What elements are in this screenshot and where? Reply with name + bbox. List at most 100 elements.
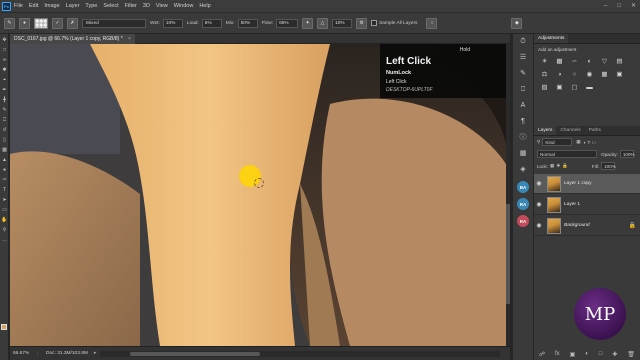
filter-adjust-icon[interactable]: ◑ bbox=[583, 140, 586, 145]
quick-select-tool-icon[interactable]: ✱ bbox=[1, 66, 8, 73]
type-tool-icon[interactable]: T bbox=[1, 186, 8, 193]
lock-position-icon[interactable]: ✥ bbox=[556, 163, 560, 169]
menu-select[interactable]: Select bbox=[103, 0, 118, 12]
settings-gear-icon[interactable]: ⚙ bbox=[356, 17, 368, 29]
threshold-icon[interactable]: ▣ bbox=[554, 83, 565, 92]
rectangle-tool-icon[interactable]: ▭ bbox=[1, 206, 8, 213]
hue-saturation-icon[interactable]: ▤ bbox=[614, 57, 625, 66]
opacity-input[interactable]: 100% bbox=[619, 150, 635, 158]
zoom-tool-icon[interactable]: ⚲ bbox=[1, 226, 8, 233]
color-lookup-icon[interactable]: ▦ bbox=[599, 70, 610, 79]
blur-tool-icon[interactable]: ▲ bbox=[1, 156, 8, 163]
layer-row-background[interactable]: ◉ Background 🔒 bbox=[534, 216, 640, 236]
visibility-eye-icon[interactable]: ◉ bbox=[534, 222, 544, 229]
document-tab[interactable]: DSC_0167.jpg @ 66.7% (Layer 1 copy, RGB/… bbox=[10, 34, 135, 44]
mix-input[interactable]: 50% bbox=[237, 18, 258, 28]
healing-tool-icon[interactable]: ╋ bbox=[1, 96, 8, 103]
menu-view[interactable]: View bbox=[156, 0, 168, 12]
symmetry-icon[interactable]: ◆ bbox=[511, 17, 523, 29]
menu-type[interactable]: Type bbox=[85, 0, 97, 12]
link-layers-icon[interactable]: ☍ bbox=[539, 351, 545, 358]
brush-panel-icon[interactable]: ✎ bbox=[517, 69, 529, 79]
paragraph-panel-icon[interactable]: ¶ bbox=[517, 117, 529, 127]
lasso-tool-icon[interactable]: ∞ bbox=[1, 56, 8, 63]
clone-source-icon[interactable]: ⎕ bbox=[517, 85, 529, 95]
channel-mixer-icon[interactable]: ◉ bbox=[584, 70, 595, 79]
sample-all-layers-checkbox[interactable] bbox=[371, 20, 378, 26]
user-badge-ra-2[interactable]: RA bbox=[517, 215, 529, 227]
delete-layer-icon[interactable]: 🗑 bbox=[627, 351, 635, 358]
close-tab-icon[interactable]: × bbox=[128, 36, 131, 42]
exposure-icon[interactable]: ◐ bbox=[584, 57, 595, 66]
info-panel-icon[interactable]: ⓘ bbox=[517, 133, 529, 143]
menu-file[interactable]: File bbox=[14, 0, 23, 12]
new-layer-icon[interactable]: ✚ bbox=[612, 351, 617, 358]
brightness-contrast-icon[interactable]: ☀ bbox=[539, 57, 550, 66]
layer-style-icon[interactable]: fx bbox=[555, 351, 560, 358]
horizontal-scroll-thumb[interactable] bbox=[130, 352, 260, 356]
current-brush-load-swatch[interactable] bbox=[34, 17, 48, 29]
photo-filter-icon[interactable]: ○ bbox=[569, 70, 580, 79]
color-balance-icon[interactable]: ⚖ bbox=[539, 70, 550, 79]
minimize-icon[interactable]: – bbox=[604, 0, 607, 12]
pen-tool-icon[interactable]: ✑ bbox=[1, 176, 8, 183]
filter-pixel-icon[interactable]: ▦ bbox=[576, 139, 580, 145]
user-badge-ra-1[interactable]: RA bbox=[517, 198, 529, 210]
layer-row-layer-1-copy[interactable]: ◉ Layer 1 copy bbox=[534, 174, 640, 194]
tab-paths[interactable]: Paths bbox=[585, 126, 605, 135]
airbrush-icon[interactable]: ✦ bbox=[302, 17, 314, 29]
black-white-icon[interactable]: ◑ bbox=[554, 70, 565, 79]
gradient-map-icon[interactable]: ▬ bbox=[584, 83, 595, 92]
properties-panel-icon[interactable]: ☰ bbox=[517, 53, 529, 63]
menu-layer[interactable]: Layer bbox=[66, 0, 80, 12]
wet-input[interactable]: 10% bbox=[162, 18, 183, 28]
maximize-icon[interactable]: □ bbox=[617, 0, 621, 12]
gradient-tool-icon[interactable]: ▩ bbox=[1, 146, 8, 153]
load-input[interactable]: 5% bbox=[201, 18, 222, 28]
curves-icon[interactable]: ∽ bbox=[569, 57, 580, 66]
horizontal-scrollbar[interactable] bbox=[100, 351, 500, 357]
visibility-eye-icon[interactable]: ◉ bbox=[534, 180, 544, 187]
vertical-scrollbar[interactable] bbox=[506, 44, 510, 346]
dodge-tool-icon[interactable]: ● bbox=[1, 166, 8, 173]
filter-type-icon[interactable]: T bbox=[588, 140, 591, 145]
move-tool-icon[interactable]: ✥ bbox=[1, 36, 8, 43]
blend-mode-select[interactable]: Normal bbox=[537, 150, 597, 158]
visibility-eye-icon[interactable]: ◉ bbox=[534, 201, 544, 208]
status-menu-arrow-icon[interactable]: ▸ bbox=[94, 351, 96, 356]
brush-tool-icon[interactable]: ✎ bbox=[1, 106, 8, 113]
eraser-tool-icon[interactable]: ▯ bbox=[1, 136, 8, 143]
lock-all-icon[interactable]: 🔒 bbox=[562, 163, 568, 169]
stamp-tool-icon[interactable]: ⎕ bbox=[1, 116, 8, 123]
selective-color-icon[interactable]: ▢ bbox=[569, 83, 580, 92]
more-tools-icon[interactable]: … bbox=[1, 236, 8, 243]
menu-window[interactable]: Window bbox=[174, 0, 194, 12]
menu-3d[interactable]: 3D bbox=[143, 0, 150, 12]
clean-brush-icon[interactable]: ✗ bbox=[67, 17, 78, 29]
menu-filter[interactable]: Filter bbox=[125, 0, 137, 12]
load-brush-icon[interactable]: ✓ bbox=[52, 17, 63, 29]
levels-icon[interactable]: ▩ bbox=[554, 57, 565, 66]
fill-input[interactable]: 100% bbox=[601, 162, 616, 170]
tab-layers[interactable]: Layers bbox=[534, 126, 557, 135]
styles-panel-icon[interactable]: ◈ bbox=[517, 165, 529, 175]
blend-combination-select[interactable]: Mixed bbox=[82, 18, 146, 28]
layer-kind-select[interactable]: Kind bbox=[542, 138, 573, 146]
filter-shape-icon[interactable]: □ bbox=[592, 140, 595, 145]
character-panel-icon[interactable]: A bbox=[517, 101, 529, 111]
layer-row-layer-1[interactable]: ◉ Layer 1 bbox=[534, 195, 640, 215]
user-badge-ba[interactable]: BA bbox=[517, 181, 529, 193]
foreground-color-swatch[interactable] bbox=[1, 324, 7, 330]
menu-help[interactable]: Help bbox=[199, 0, 210, 12]
tab-channels[interactable]: Channels bbox=[556, 126, 584, 135]
tab-adjustments[interactable]: Adjustments bbox=[534, 34, 569, 43]
history-panel-icon[interactable]: ⏱ bbox=[517, 37, 529, 47]
smoothing-icon[interactable]: △ bbox=[317, 17, 329, 29]
close-icon[interactable]: ✕ bbox=[631, 0, 636, 12]
marquee-tool-icon[interactable]: □ bbox=[1, 46, 8, 53]
invert-icon[interactable]: ▣ bbox=[614, 70, 625, 79]
history-brush-icon[interactable]: ↺ bbox=[1, 126, 8, 133]
swatches-panel-icon[interactable]: ▦ bbox=[517, 149, 529, 159]
hand-tool-icon[interactable]: ✋ bbox=[1, 216, 8, 223]
add-mask-icon[interactable]: ▣ bbox=[570, 351, 576, 358]
